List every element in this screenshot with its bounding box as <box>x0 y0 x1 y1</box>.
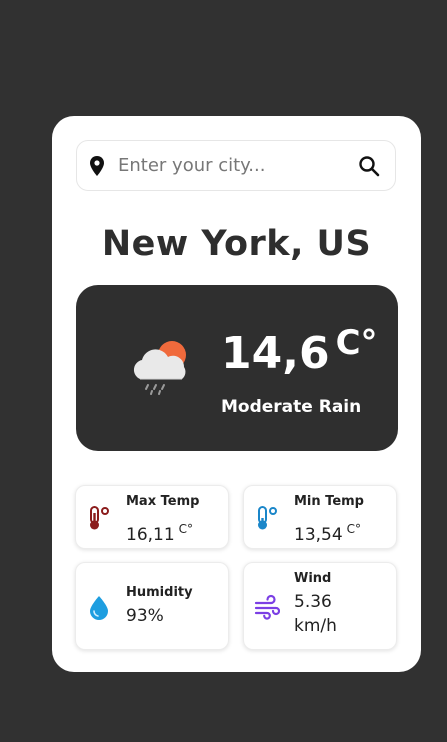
thermometer-hot-icon <box>90 506 109 530</box>
current-temperature: 14,6 C° <box>221 323 378 379</box>
max-temp-tile: Max Temp 16,11 C° <box>75 485 229 549</box>
max-temp-label: Max Temp <box>126 494 200 509</box>
location-title: New York, US <box>101 224 372 264</box>
humidity-label: Humidity <box>126 585 193 600</box>
wind-tile: Wind 5.36 km/h <box>243 562 397 650</box>
cloud-sun-rain-icon <box>133 341 186 395</box>
thermometer-cold-icon <box>258 506 277 530</box>
wind-value: 5.36 km/h <box>294 592 337 636</box>
search-bar <box>76 140 396 191</box>
city-search-input[interactable] <box>118 155 350 176</box>
min-temp-value: 13,54 C° <box>294 522 362 545</box>
min-temp-unit: C° <box>346 522 362 536</box>
wind-label: Wind <box>294 571 332 586</box>
min-temp-tile: Min Temp 13,54 C° <box>243 485 397 549</box>
water-drop-icon <box>90 596 108 620</box>
weather-card: New York, US 14,6C° Moderate Rain Max Te… <box>52 116 421 672</box>
humidity-value: 93% <box>126 606 164 626</box>
location-pin-icon <box>90 155 104 176</box>
max-temp-unit: C° <box>178 522 194 536</box>
wind-icon <box>254 594 280 620</box>
humidity-tile: Humidity 93% <box>75 562 229 650</box>
min-temp-label: Min Temp <box>294 494 364 509</box>
weather-description: Moderate Rain <box>221 397 362 417</box>
temperature-value: 14,6 <box>221 328 330 379</box>
current-weather-panel: 14,6 C° Moderate Rain <box>76 285 398 451</box>
max-temp-value: 16,11 C° <box>126 522 194 545</box>
search-icon[interactable] <box>358 155 380 177</box>
temperature-unit: C° <box>335 323 378 363</box>
